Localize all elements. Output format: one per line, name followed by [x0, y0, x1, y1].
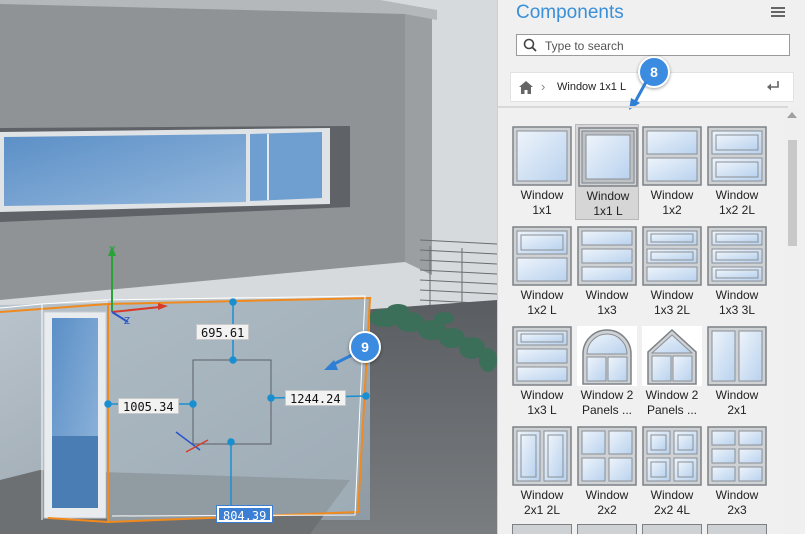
bottom-dimension-input[interactable]: 804.39 [215, 505, 274, 523]
back-icon[interactable] [767, 81, 779, 91]
component-label: Window 2x3 [715, 488, 759, 517]
height-dimension-input[interactable]: 695.61 [196, 324, 250, 340]
component-tile-partial[interactable] [707, 524, 767, 534]
components-grid: Window 1x1 Window 1x1 L Window 1x2 Window 1… [498, 106, 788, 534]
component-tile[interactable]: Window 2x2 4L [640, 424, 704, 520]
component-tile[interactable]: Window 2x2 [575, 424, 639, 520]
left-dimension-input[interactable]: 1005.34 [118, 398, 179, 414]
window-2-panels-gable-icon [642, 326, 702, 386]
component-label: Window 2x1 [715, 388, 759, 417]
component-tile[interactable]: Window 1x3 3L [705, 224, 769, 320]
home-icon[interactable] [519, 81, 533, 94]
svg-text:Y: Y [109, 245, 116, 256]
model-viewport[interactable]: Y Z 695.61 1005.34 1244.24 804.39 9 [0, 0, 497, 534]
component-label: Window 1x3 [585, 288, 629, 317]
scroll-thumb[interactable] [788, 140, 797, 246]
component-label: Window 1x3 3L [715, 288, 759, 317]
search-input[interactable] [543, 37, 787, 55]
panel-title: Components [516, 2, 624, 23]
component-tile[interactable]: Window 1x3 2L [640, 224, 704, 320]
svg-text:Z: Z [124, 316, 130, 327]
component-label: Window 1x1 [520, 188, 564, 217]
component-tile[interactable]: Window 1x2 2L [705, 124, 769, 220]
component-tile[interactable]: Window 2x1 2L [510, 424, 574, 520]
right-dimension-input[interactable]: 1244.24 [285, 390, 346, 406]
scene-render: Y Z [0, 0, 497, 534]
component-tile[interactable]: Window 2 Panels ... [575, 324, 639, 420]
search-icon [523, 38, 537, 52]
component-tile[interactable]: Window 1x3 L [510, 324, 574, 420]
window-1x3-l-icon [512, 326, 572, 386]
components-panel: Components › Window 1x1 L 8 Window 1x1Wi… [497, 0, 805, 534]
window-1x3-2l-icon [642, 226, 702, 286]
component-tile-partial[interactable] [577, 524, 637, 534]
window-1x2-2l-icon [707, 126, 767, 186]
hamburger-menu-icon[interactable] [771, 7, 785, 19]
component-tile[interactable]: Window 1x3 [575, 224, 639, 320]
component-tile[interactable]: Window 1x1 [510, 124, 574, 220]
component-label: Window 1x2 2L [715, 188, 759, 217]
component-tile[interactable]: Window 1x2 L [510, 224, 574, 320]
window-2x3-icon [707, 426, 767, 486]
component-tile-partial[interactable] [642, 524, 702, 534]
window-2x2-4l-icon [642, 426, 702, 486]
component-tile[interactable]: Window 2x3 [705, 424, 769, 520]
component-label: Window 1x2 L [520, 288, 564, 317]
component-tile-partial[interactable] [512, 524, 572, 534]
scroll-up-icon[interactable] [787, 112, 797, 118]
component-tile[interactable]: Window 1x1 L [575, 124, 639, 220]
component-tile[interactable]: Window 2x1 [705, 324, 769, 420]
window-1x2-l-icon [512, 226, 572, 286]
window-1x1-icon [512, 126, 572, 186]
component-label: Window 2 Panels ... [645, 388, 699, 417]
window-1x3-3l-icon [707, 226, 767, 286]
search-box[interactable] [516, 34, 790, 56]
component-label: Window 2x2 [585, 488, 629, 517]
component-label: Window 2x1 2L [520, 488, 564, 517]
component-tile[interactable]: Window 1x2 [640, 124, 704, 220]
component-label: Window 1x1 L [586, 189, 630, 218]
window-2x2-icon [577, 426, 637, 486]
breadcrumb-current[interactable]: Window 1x1 L [557, 81, 626, 93]
window-1x1-l-icon [578, 127, 638, 187]
window-2x1-2l-icon [512, 426, 572, 486]
component-label: Window 1x2 [650, 188, 694, 217]
window-1x3-icon [577, 226, 637, 286]
window-2x1-icon [707, 326, 767, 386]
component-tile[interactable]: Window 2 Panels ... [640, 324, 704, 420]
component-label: Window 1x3 2L [650, 288, 694, 317]
window-1x2-icon [642, 126, 702, 186]
window-2-panels-arch-icon [577, 326, 637, 386]
chevron-right-icon: › [541, 79, 546, 94]
component-label: Window 2 Panels ... [580, 388, 634, 417]
component-label: Window 2x2 4L [650, 488, 694, 517]
callout-9: 9 [349, 331, 381, 363]
component-label: Window 1x3 L [520, 388, 564, 417]
vertical-scrollbar[interactable] [785, 108, 799, 534]
